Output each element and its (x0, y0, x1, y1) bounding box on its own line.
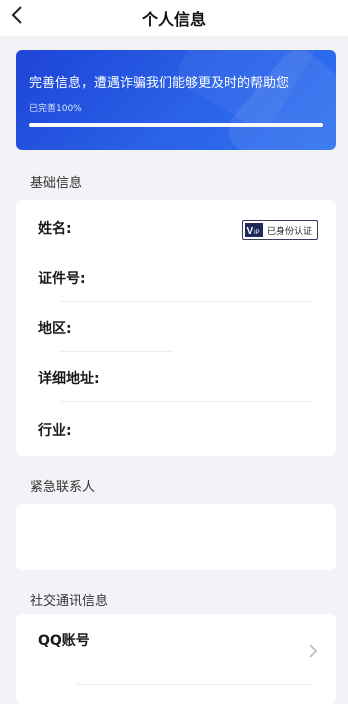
verified-badge-label: 已身份认证 (266, 226, 312, 237)
section-title-basic: 基础信息 (30, 176, 83, 191)
svg-text:V: V (246, 226, 253, 237)
progress-bar (29, 123, 323, 127)
vip-icon: V IP (244, 223, 263, 237)
chevron-right-icon (309, 644, 318, 658)
divider (60, 401, 314, 402)
industry-row[interactable]: 行业: (38, 404, 322, 454)
top-bar: 个人信息 (0, 0, 348, 36)
address-row[interactable]: 详细地址: (38, 352, 322, 402)
social-info-card: QQ账号 (16, 614, 336, 704)
region-row[interactable]: 地区: (38, 302, 322, 352)
id-number-row[interactable]: 证件号: (38, 252, 322, 302)
verified-badge: V IP 已身份认证 (241, 220, 318, 240)
section-title-emergency: 紧急联系人 (30, 480, 96, 495)
divider (76, 684, 314, 685)
completion-banner: 完善信息，遭遇诈骗我们能够更及时的帮助您 已完善100% (16, 50, 336, 150)
industry-label: 行业: (38, 423, 72, 439)
basic-info-card: 姓名: V IP 已身份认证 证件号: 地区: 详细地址: 行业: (16, 200, 336, 456)
region-label: 地区: (38, 321, 72, 337)
qq-row[interactable]: QQ账号 (38, 616, 322, 666)
id-number-label: 证件号: (38, 271, 86, 287)
svg-text:IP: IP (254, 230, 260, 236)
name-row[interactable]: 姓名: V IP 已身份认证 (38, 202, 322, 252)
qq-label: QQ账号 (38, 633, 90, 649)
page-title: 个人信息 (141, 10, 206, 29)
section-title-social: 社交通讯信息 (30, 594, 109, 609)
address-label: 详细地址: (38, 371, 100, 387)
progress-label: 已完善100% (29, 104, 82, 114)
name-label: 姓名: (38, 221, 72, 237)
emergency-contact-card[interactable] (16, 504, 336, 570)
progress-fill (29, 123, 323, 127)
banner-message: 完善信息，遭遇诈骗我们能够更及时的帮助您 (29, 76, 290, 91)
